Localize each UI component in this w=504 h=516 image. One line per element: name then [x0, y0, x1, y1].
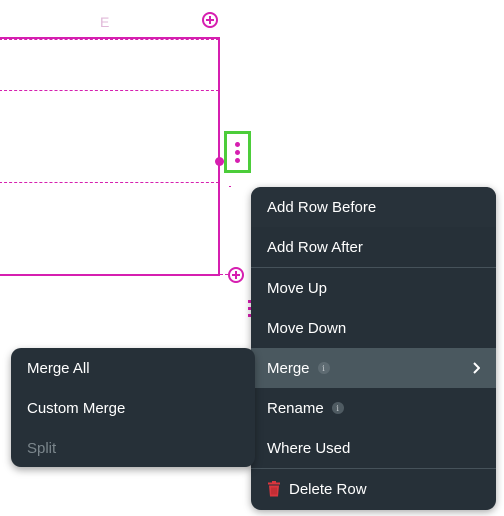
info-icon[interactable]: i — [331, 402, 344, 414]
menu-item-rename[interactable]: Rename i — [251, 388, 496, 428]
submenu-item-split: Split — [11, 428, 255, 468]
grid-row[interactable] — [0, 39, 219, 91]
menu-item-label: Merge — [267, 359, 310, 377]
row-anchor-handle[interactable] — [215, 157, 224, 166]
menu-item-label: Delete Row — [289, 480, 367, 498]
more-vertical-icon-dot — [235, 149, 240, 155]
add-row-button[interactable] — [228, 267, 244, 283]
add-column-button[interactable] — [202, 12, 218, 28]
menu-item-merge[interactable]: Merge i — [251, 348, 496, 388]
plus-icon — [206, 16, 214, 24]
menu-item-move-up[interactable]: Move Up — [251, 268, 496, 308]
submenu-item-merge-all[interactable]: Merge All — [11, 348, 255, 388]
info-icon[interactable]: i — [317, 362, 330, 374]
menu-item-move-down[interactable]: Move Down — [251, 308, 496, 348]
row-insert-guide — [220, 274, 228, 275]
trash-icon — [267, 481, 281, 497]
menu-item-delete-row[interactable]: Delete Row — [251, 469, 496, 509]
grid-row-edge — [0, 130, 1, 131]
plus-icon — [232, 271, 240, 279]
menu-item-label: Move Down — [267, 319, 347, 337]
column-header-label: E — [100, 14, 110, 30]
row-context-menu: Add Row Before Add Row After Move Up Mov… — [251, 187, 496, 510]
menu-item-label: Add Row Before — [267, 198, 377, 216]
more-vertical-icon-dot — [235, 157, 240, 163]
menu-item-add-row-before[interactable]: Add Row Before — [251, 187, 496, 227]
menu-item-label: Move Up — [267, 279, 328, 297]
more-vertical-icon — [235, 141, 240, 147]
menu-item-label: Rename — [267, 399, 324, 417]
row-options-button[interactable] — [224, 131, 251, 173]
submenu-item-label: Split — [27, 439, 57, 457]
submenu-item-label: Merge All — [27, 359, 90, 377]
menu-item-where-used[interactable]: Where Used — [251, 428, 496, 468]
merge-submenu: Merge All Custom Merge Split — [11, 348, 255, 467]
menu-item-label: Where Used — [267, 439, 351, 457]
submenu-item-custom-merge[interactable]: Custom Merge — [11, 388, 255, 428]
menu-item-add-row-after[interactable]: Add Row After — [251, 227, 496, 267]
menu-item-label: Add Row After — [267, 238, 363, 256]
chevron-right-icon — [472, 348, 480, 388]
grid-row[interactable] — [0, 130, 219, 183]
submenu-item-label: Custom Merge — [27, 399, 126, 417]
dash-fragment — [229, 186, 231, 187]
